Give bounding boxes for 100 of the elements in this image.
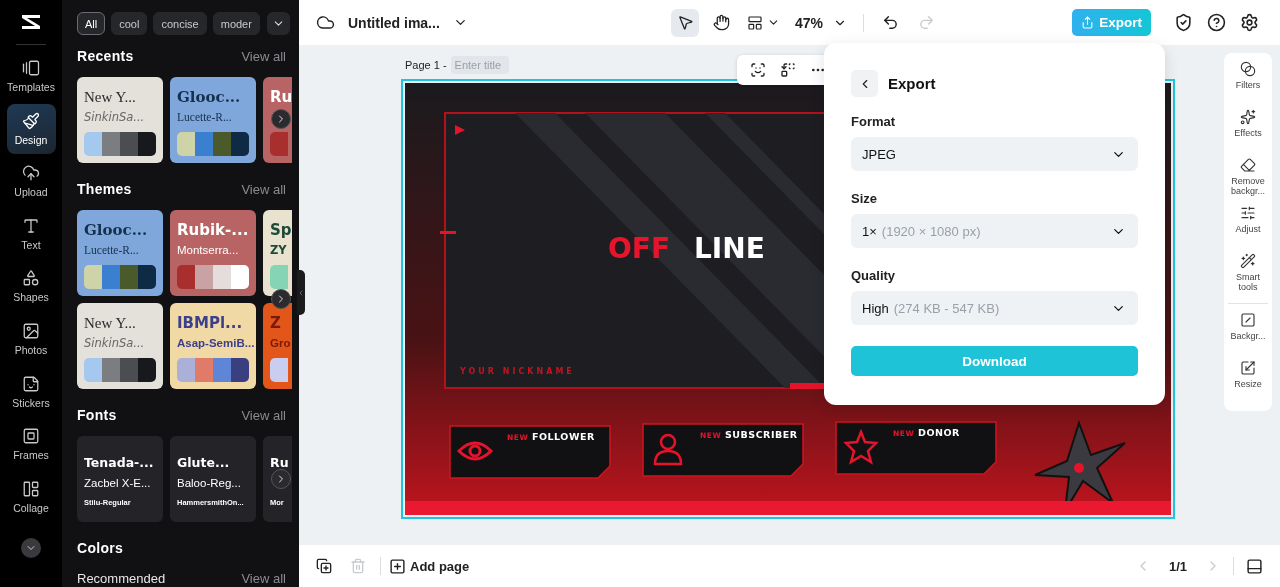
theme-title: IBMPl... xyxy=(177,313,244,333)
sticker-icon xyxy=(22,374,40,393)
sidebar-item[interactable]: Photos xyxy=(6,313,56,364)
circles-icon xyxy=(1240,61,1256,77)
theme-card[interactable]: Glooc... Lucette-R... xyxy=(170,77,256,163)
theme-title: Glooc... xyxy=(84,220,149,240)
select-field[interactable]: High (274 KB - 547 KB) xyxy=(851,291,1138,325)
font-name: Ru xyxy=(270,454,289,472)
theme-title: New Y... xyxy=(84,88,137,107)
add-page-button[interactable]: Add page xyxy=(389,557,470,575)
section-title: Recents xyxy=(77,48,134,64)
theme-font-name: Montserra... xyxy=(177,243,240,258)
settings-icon xyxy=(1239,13,1259,32)
sidebar-item[interactable]: Text xyxy=(6,208,56,259)
theme-card[interactable]: IBMPl... Asap-SemiB... xyxy=(170,303,256,389)
font-name: Zacbel X-E... xyxy=(84,475,151,491)
collage-icon xyxy=(22,479,40,498)
theme-font-name: SinkinSa... xyxy=(84,109,146,126)
theme-title: Z xyxy=(270,313,282,333)
theme-font-name: Gro xyxy=(270,336,292,351)
theme-card[interactable]: Sp ZY xyxy=(263,210,292,296)
scan-icon[interactable] xyxy=(750,62,766,78)
more-button[interactable] xyxy=(21,538,41,559)
shield-icon xyxy=(1173,13,1193,32)
view-all-link[interactable]: View all xyxy=(241,570,286,586)
theme-card[interactable]: Rubik-... Montserra... xyxy=(170,210,256,296)
headline-word: LINE xyxy=(694,232,765,265)
sidebar-item[interactable]: Stickers xyxy=(6,366,56,417)
font-name: Tenada-... xyxy=(84,454,154,472)
shapes-icon xyxy=(22,269,40,288)
section-title: Themes xyxy=(77,181,132,197)
person-icon xyxy=(653,433,683,466)
pointer-icon xyxy=(676,14,694,31)
tool-item[interactable]: Filters xyxy=(1224,61,1272,109)
sidebar-item[interactable]: Upload xyxy=(6,156,56,207)
eraser-icon xyxy=(1240,157,1256,173)
select-field[interactable]: 1× (1920 × 1080 px) xyxy=(851,214,1138,248)
theme-title: Ru xyxy=(270,87,292,107)
help-icon xyxy=(1206,13,1226,32)
template-icon xyxy=(22,59,40,77)
panel-icon xyxy=(1245,557,1263,575)
sidebar-item[interactable]: Templates xyxy=(6,51,56,101)
view-all-link[interactable]: View all xyxy=(241,181,286,197)
tool-item[interactable]: Resize xyxy=(1224,360,1272,408)
theme-card[interactable]: Glooc... Lucette-R... xyxy=(77,210,163,296)
theme-card[interactable]: New Y... SinkinSa... xyxy=(77,77,163,163)
tool-button[interactable] xyxy=(671,8,699,37)
resize-icon xyxy=(1240,360,1256,376)
tool-item[interactable]: Backgr... xyxy=(1224,312,1272,360)
select-field[interactable]: JPEG xyxy=(851,137,1138,171)
frame-icon xyxy=(22,427,40,446)
page-title-field[interactable]: Enter title xyxy=(450,56,509,74)
brush-icon xyxy=(22,111,40,130)
magic-wand-icon xyxy=(1240,253,1256,269)
filter-chip[interactable]: concise xyxy=(153,12,207,35)
filter-chip[interactable]: moder xyxy=(212,12,260,35)
zoom-dropdown[interactable]: 47% xyxy=(791,14,852,31)
image-icon xyxy=(22,321,40,340)
headline-word: OFF xyxy=(608,232,671,265)
tool-item[interactable]: Adjust xyxy=(1224,205,1272,253)
theme-title: Sp xyxy=(270,220,292,240)
subsection-title: Recommended xyxy=(77,570,166,586)
replace-icon[interactable] xyxy=(780,62,796,78)
filter-chip[interactable]: cool xyxy=(111,12,148,35)
theme-card[interactable]: Ru xyxy=(263,77,292,163)
theme-card[interactable]: New Y... SinkinSa... xyxy=(77,303,163,389)
view-all-link[interactable]: View all xyxy=(241,48,286,64)
layout-icon xyxy=(746,14,763,31)
panel-handle[interactable] xyxy=(297,270,305,315)
tool-item[interactable]: Effects xyxy=(1224,109,1272,157)
sliders-icon xyxy=(1240,205,1256,221)
field-label: Size xyxy=(851,191,878,207)
sidebar-item[interactable]: Collage xyxy=(6,471,56,522)
page-count: 1/1 xyxy=(1168,558,1187,574)
theme-font-name: Lucette-R... xyxy=(84,243,140,258)
sparkle-icon xyxy=(1240,109,1256,125)
view-all-link[interactable]: View all xyxy=(241,407,286,423)
field-label: Format xyxy=(851,114,897,130)
theme-font-name: ZY xyxy=(270,242,288,259)
theme-font-name: Lucette-R... xyxy=(177,110,233,125)
sidebar-item[interactable]: Shapes xyxy=(6,261,56,312)
font-name: Glute... xyxy=(177,454,230,472)
theme-font-name: SinkinSa... xyxy=(84,335,146,352)
add-page-icon xyxy=(389,557,406,575)
nickname-text: YOUR NICKNAME xyxy=(460,367,575,376)
theme-title: New Y... xyxy=(84,314,137,333)
trash-icon xyxy=(350,558,366,574)
tool-item[interactable]: Remove backgr... xyxy=(1224,157,1272,205)
filter-chip[interactable]: All xyxy=(77,12,106,35)
hand-icon xyxy=(712,14,730,31)
tool-item[interactable]: Smart tools xyxy=(1224,253,1272,301)
document-title[interactable]: Untitled ima... xyxy=(348,14,440,31)
section-title: Colors xyxy=(77,540,124,556)
page-label: Page 1 - xyxy=(405,59,447,71)
text-icon xyxy=(22,216,40,235)
dropdown-button[interactable] xyxy=(267,12,290,35)
sidebar-item[interactable]: Design xyxy=(6,103,56,154)
sidebar-item[interactable]: Frames xyxy=(6,419,56,470)
redo-icon xyxy=(917,14,935,31)
logo-icon xyxy=(19,12,43,32)
